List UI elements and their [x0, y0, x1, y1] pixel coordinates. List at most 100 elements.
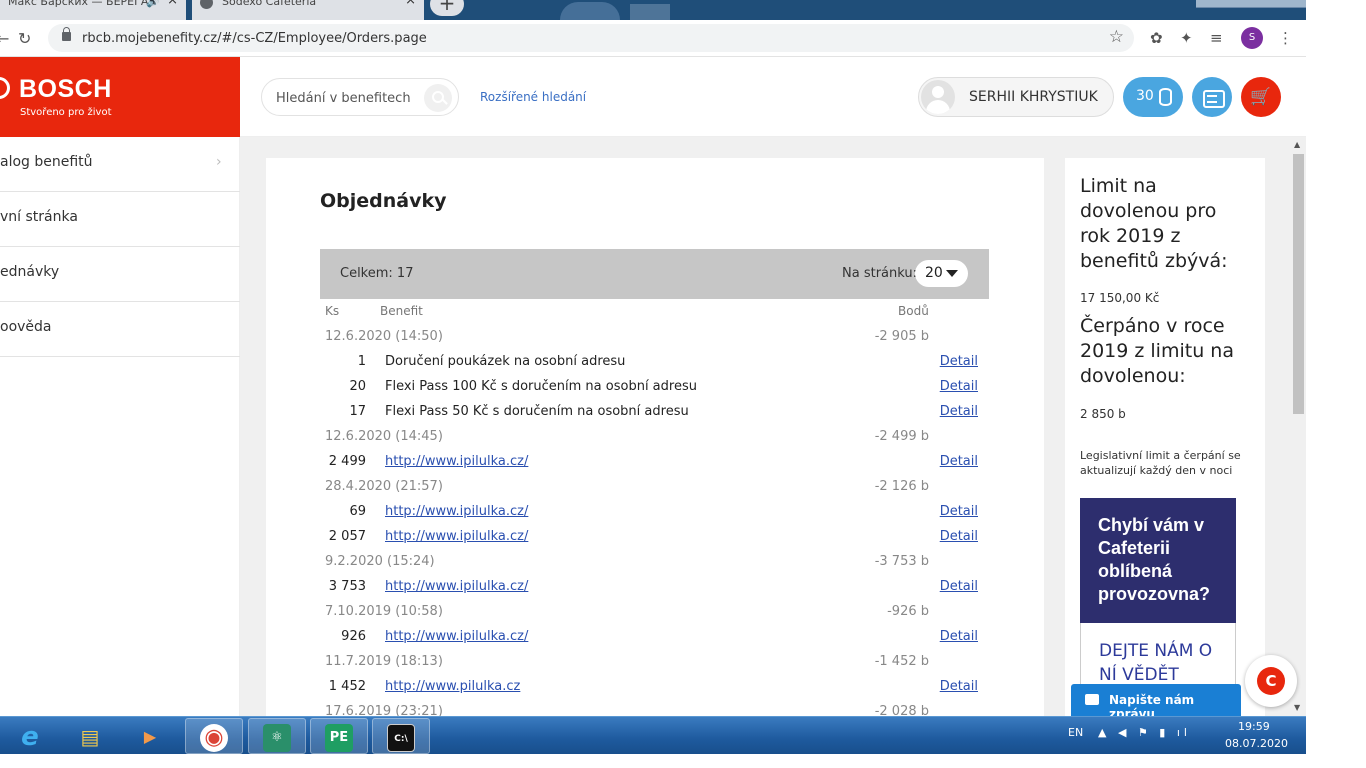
search-field[interactable]: Hledání v benefitech: [261, 78, 459, 116]
language-indicator[interactable]: EN: [1068, 726, 1083, 739]
taskbar-app-explorer[interactable]: ▤: [62, 718, 120, 754]
globe-icon: [200, 0, 213, 9]
screen-margin: [1306, 0, 1366, 768]
column-header-qty: Ks: [325, 304, 340, 318]
search-icon[interactable]: [424, 84, 452, 112]
detail-link[interactable]: Detail: [940, 454, 978, 469]
url-text[interactable]: rbcb.mojebenefity.cz/#/cs-CZ/Employee/Or…: [82, 31, 427, 46]
close-tab-icon[interactable]: ×: [167, 0, 178, 7]
search-placeholder[interactable]: Hledání v benefitech: [276, 91, 411, 106]
chat-widget[interactable]: C: [1245, 655, 1297, 707]
profile-avatar[interactable]: S: [1241, 27, 1263, 49]
sidebar-item-catalog[interactable]: alog benefitů ›: [0, 137, 240, 192]
detail-link[interactable]: Detail: [940, 354, 978, 369]
cart-button[interactable]: 🛒: [1241, 77, 1281, 117]
clock-time[interactable]: 19:59: [1238, 720, 1270, 733]
menu-kebab-icon[interactable]: ⋮: [1278, 29, 1293, 47]
sidebar-item-label: ednávky: [0, 264, 60, 280]
orders-summary-bar: Celkem: 17 Na stránku: 20: [320, 249, 989, 299]
order-points: -926 b: [887, 604, 929, 619]
brand-header[interactable]: BOSCH Stvořeno pro život: [0, 57, 240, 137]
extensions-puzzle-icon[interactable]: ✦: [1180, 29, 1193, 47]
terminal-icon: C:\: [387, 724, 415, 752]
sidebar-item-help[interactable]: oověda: [0, 302, 240, 357]
tab-title: Sodexo Cafeteria: [222, 0, 317, 8]
points-balance-button[interactable]: 30: [1123, 77, 1183, 117]
detail-link[interactable]: Detail: [940, 529, 978, 544]
item-benefit[interactable]: http://www.ipilulka.cz/: [385, 454, 528, 469]
paw-extension-icon[interactable]: ✿: [1150, 29, 1163, 47]
chrome-icon: ◉: [200, 724, 228, 752]
item-benefit[interactable]: http://www.ipilulka.cz/: [385, 629, 528, 644]
scroll-up-icon[interactable]: ▲: [1294, 140, 1300, 149]
bosch-logo-icon: [0, 77, 10, 99]
per-page-select[interactable]: 20: [915, 260, 968, 287]
brand-tagline: Stvořeno pro život: [20, 107, 112, 118]
page-scrollbar[interactable]: ▲ ▼: [1291, 137, 1306, 717]
reload-icon[interactable]: ↻: [18, 29, 31, 48]
item-qty: 1: [357, 354, 366, 369]
back-arrow-icon[interactable]: ←: [0, 29, 9, 48]
taskbar-app-chrome[interactable]: ◉: [185, 718, 243, 754]
item-qty: 2 057: [328, 529, 366, 544]
sidebar-item-home[interactable]: vní stránka: [0, 192, 240, 247]
bookmark-star-icon[interactable]: ☆: [1109, 27, 1124, 47]
order-date-row: 11.7.2019 (18:13) -1 452 b: [320, 649, 989, 674]
detail-link[interactable]: Detail: [940, 629, 978, 644]
window-controls[interactable]: [1196, 0, 1306, 8]
order-date: 9.2.2020 (15:24): [325, 554, 435, 569]
scroll-down-icon[interactable]: ▼: [1294, 703, 1300, 712]
detail-link[interactable]: Detail: [940, 504, 978, 519]
clock-date[interactable]: 08.07.2020: [1225, 737, 1288, 750]
per-page-label: Na stránku:: [842, 266, 917, 281]
column-header-benefit: Benefit: [380, 304, 423, 318]
tray-icons[interactable]: ▲ ◀ ⚑ ▮ ıl: [1098, 726, 1191, 739]
item-benefit: Flexi Pass 100 Kč s doručením na osobní …: [385, 379, 697, 394]
detail-link[interactable]: Detail: [940, 404, 978, 419]
sidebar-item-label: alog benefitů: [0, 154, 93, 170]
used-value: 2 850 b: [1080, 407, 1126, 421]
audio-icon[interactable]: 🔊: [146, 0, 160, 8]
media-icon: ▶: [143, 727, 157, 746]
address-bar[interactable]: rbcb.mojebenefity.cz/#/cs-CZ/Employee/Or…: [48, 24, 1134, 52]
page-title: Objednávky: [320, 190, 447, 212]
sidebar-item-orders[interactable]: ednávky: [0, 247, 240, 302]
sidebar-item-label: vní stránka: [0, 209, 78, 225]
order-date: 11.7.2019 (18:13): [325, 654, 443, 669]
messages-button[interactable]: [1192, 77, 1232, 117]
advanced-search-link[interactable]: Rozšířené hledání: [480, 90, 586, 104]
detail-link[interactable]: Detail: [940, 579, 978, 594]
item-benefit[interactable]: http://www.ipilulka.cz/: [385, 504, 528, 519]
item-qty: 69: [349, 504, 366, 519]
lock-icon: [62, 27, 71, 41]
pycharm-icon: PE: [325, 724, 353, 752]
browser-tab-music[interactable]: Макс Барских — БЕРЕГА 🔊 ×: [0, 0, 186, 20]
detail-link[interactable]: Detail: [940, 379, 978, 394]
scrollbar-thumb[interactable]: [1293, 154, 1304, 414]
user-name: SERHII KHRYSTIUK: [969, 89, 1098, 105]
item-benefit[interactable]: http://www.pilulka.cz: [385, 679, 520, 694]
promo-banner[interactable]: Chybí vám v Cafeterii oblíbená provozovn…: [1080, 498, 1236, 623]
chat-button[interactable]: Napište nám zprávu: [1071, 684, 1241, 721]
taskbar-app-terminal[interactable]: C:\: [372, 718, 430, 754]
close-tab-icon[interactable]: ×: [405, 0, 416, 7]
screen-margin: [0, 754, 1366, 768]
item-benefit[interactable]: http://www.ipilulka.cz/: [385, 529, 528, 544]
new-tab-button[interactable]: +: [430, 0, 464, 16]
orders-card: Objednávky Celkem: 17 Na stránku: 20 Ks …: [266, 158, 1044, 719]
item-benefit[interactable]: http://www.ipilulka.cz/: [385, 579, 528, 594]
wallpaper-decoration: [630, 4, 670, 20]
taskbar-app-ie[interactable]: e: [2, 718, 60, 754]
media-queue-icon[interactable]: ≡: [1210, 29, 1223, 47]
taskbar-app-pycharm[interactable]: PE: [310, 718, 368, 754]
sidebar-item-label: oověda: [0, 319, 52, 335]
total-count: Celkem: 17: [340, 266, 414, 281]
detail-link[interactable]: Detail: [940, 679, 978, 694]
envelope-icon: [1085, 694, 1099, 705]
order-date-row: 7.10.2019 (10:58) -926 b: [320, 599, 989, 624]
order-item-row: 17 Flexi Pass 50 Kč s doručením na osobní…: [320, 399, 989, 424]
user-menu[interactable]: SERHII KHRYSTIUK: [918, 77, 1114, 117]
taskbar-app-atom[interactable]: ⚛: [248, 718, 306, 754]
browser-tab-cafeteria[interactable]: Sodexo Cafeteria ×: [192, 0, 424, 20]
taskbar-app-media[interactable]: ▶: [122, 718, 180, 754]
